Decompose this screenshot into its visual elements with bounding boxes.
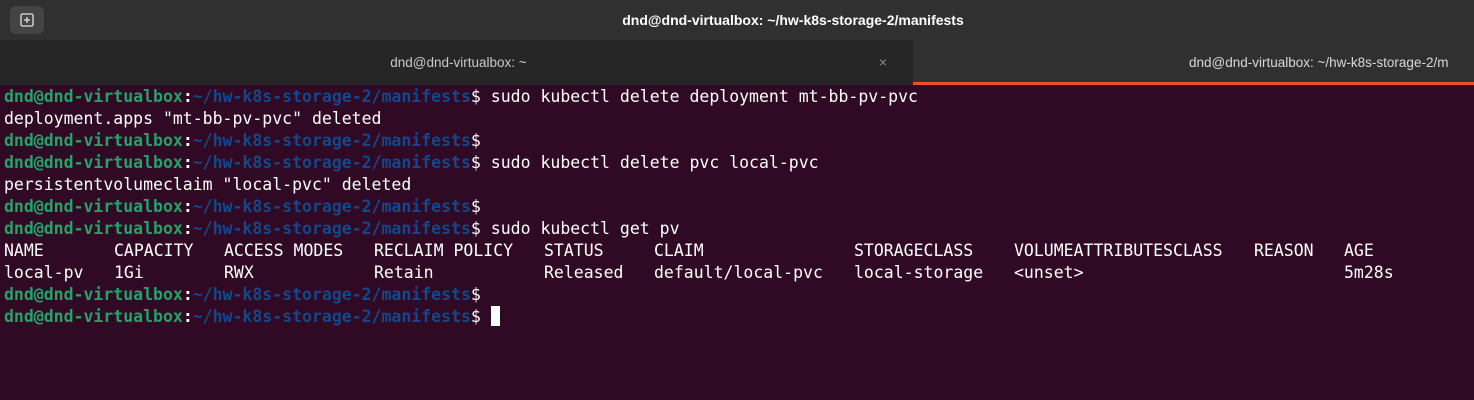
prompt-dollar: $: [470, 197, 481, 216]
pv-header-volumeattributesclass: VOLUMEATTRIBUTESCLASS: [1014, 241, 1223, 260]
pv-cell-status: Released: [544, 263, 624, 282]
pv-header-reason: REASON: [1254, 241, 1314, 260]
prompt-colon: :: [182, 153, 193, 172]
terminal-line-prompt: dnd@dnd-virtualbox:~/hw-k8s-storage-2/ma…: [4, 130, 1474, 152]
prompt-path: ~/hw-k8s-storage-2/manifests: [192, 197, 471, 216]
tab-manifests[interactable]: dnd@dnd-virtualbox: ~/hw-k8s-storage-2/m: [913, 40, 1474, 85]
prompt-dollar: $: [470, 131, 481, 150]
command-text: sudo kubectl delete deployment mt-bb-pv-…: [480, 87, 918, 106]
pv-cell-volumeattributesclass: <unset>: [1014, 263, 1084, 282]
terminal-line-prompt: dnd@dnd-virtualbox:~/hw-k8s-storage-2/ma…: [4, 152, 1474, 174]
command-text: [481, 307, 491, 326]
prompt-colon: :: [182, 219, 193, 238]
prompt-colon: :: [182, 285, 193, 304]
pv-cell-capacity: 1Gi: [114, 263, 144, 282]
terminal-output[interactable]: dnd@dnd-virtualbox:~/hw-k8s-storage-2/ma…: [4, 86, 1474, 400]
terminal-line-output: deployment.apps "mt-bb-pv-pvc" deleted: [4, 108, 1474, 130]
output-text: persistentvolumeclaim "local-pvc" delete…: [4, 175, 412, 194]
new-tab-icon: [20, 13, 34, 27]
pv-cell-name: local-pv: [4, 263, 84, 282]
prompt-dollar: $: [470, 285, 481, 304]
prompt-colon: :: [182, 307, 193, 326]
pv-cell-reclaim-policy: Retain: [374, 263, 434, 282]
command-text: sudo kubectl delete pvc local-pvc: [480, 153, 819, 172]
terminal-line-output: persistentvolumeclaim "local-pvc" delete…: [4, 174, 1474, 196]
prompt-user-host: dnd@dnd-virtualbox: [4, 307, 183, 326]
pv-cell-storageclass: local-storage: [854, 263, 984, 282]
tab-manifests-label: dnd@dnd-virtualbox: ~/hw-k8s-storage-2/m: [1189, 55, 1449, 70]
terminal-line-prompt: dnd@dnd-virtualbox:~/hw-k8s-storage-2/ma…: [4, 218, 1474, 240]
prompt-path: ~/hw-k8s-storage-2/manifests: [192, 307, 471, 326]
prompt-user-host: dnd@dnd-virtualbox: [4, 285, 183, 304]
terminal-line-prompt-active[interactable]: dnd@dnd-virtualbox:~/hw-k8s-storage-2/ma…: [4, 306, 1474, 328]
prompt-user-host: dnd@dnd-virtualbox: [4, 87, 183, 106]
prompt-user-host: dnd@dnd-virtualbox: [4, 131, 183, 150]
terminal-line-prompt: dnd@dnd-virtualbox:~/hw-k8s-storage-2/ma…: [4, 86, 1474, 108]
prompt-user-host: dnd@dnd-virtualbox: [4, 219, 183, 238]
terminal-window: dnd@dnd-virtualbox: ~/hw-k8s-storage-2/m…: [0, 0, 1474, 400]
prompt-path: ~/hw-k8s-storage-2/manifests: [192, 285, 471, 304]
prompt-colon: :: [182, 197, 193, 216]
pv-cell-age: 5m28s: [1344, 263, 1394, 282]
active-tab-indicator: [913, 82, 1474, 85]
pv-header-access-modes: ACCESS MODES: [224, 241, 344, 260]
command-text: sudo kubectl get pv: [480, 219, 680, 238]
pv-header-age: AGE: [1344, 241, 1374, 260]
prompt-path: ~/hw-k8s-storage-2/manifests: [192, 153, 471, 172]
tab-close-icon[interactable]: ×: [875, 40, 891, 85]
prompt-dollar: $: [470, 307, 481, 326]
prompt-dollar: $: [470, 153, 481, 172]
prompt-path: ~/hw-k8s-storage-2/manifests: [192, 131, 471, 150]
pv-header-storageclass: STORAGECLASS: [854, 241, 974, 260]
text-cursor: [490, 306, 500, 326]
terminal-line-prompt: dnd@dnd-virtualbox:~/hw-k8s-storage-2/ma…: [4, 284, 1474, 306]
pv-cell-access-modes: RWX: [224, 263, 254, 282]
window-title: dnd@dnd-virtualbox: ~/hw-k8s-storage-2/m…: [622, 12, 964, 28]
prompt-user-host: dnd@dnd-virtualbox: [4, 197, 183, 216]
prompt-colon: :: [182, 131, 193, 150]
pv-header-capacity: CAPACITY: [114, 241, 194, 260]
pv-header-status: STATUS: [544, 241, 604, 260]
prompt-dollar: $: [470, 219, 481, 238]
terminal-line-prompt: dnd@dnd-virtualbox:~/hw-k8s-storage-2/ma…: [4, 196, 1474, 218]
prompt-path: ~/hw-k8s-storage-2/manifests: [192, 87, 471, 106]
new-tab-button[interactable]: [10, 6, 44, 34]
tab-bar: dnd@dnd-virtualbox: ~ × dnd@dnd-virtualb…: [0, 40, 1474, 85]
pv-header-name: NAME: [4, 241, 44, 260]
pv-table-header: NAME CAPACITY ACCESS MODES RECLAIM POLIC…: [4, 240, 1474, 262]
title-bar: dnd@dnd-virtualbox: ~/hw-k8s-storage-2/m…: [0, 0, 1474, 40]
pv-header-claim: CLAIM: [654, 241, 704, 260]
pv-table-row: local-pv 1Gi RWX Retain Released default…: [4, 262, 1474, 284]
tab-home[interactable]: dnd@dnd-virtualbox: ~ ×: [0, 40, 913, 85]
pv-header-reclaim-policy: RECLAIM POLICY: [374, 241, 514, 260]
pv-cell-claim: default/local-pvc: [654, 263, 823, 282]
prompt-dollar: $: [470, 87, 481, 106]
prompt-user-host: dnd@dnd-virtualbox: [4, 153, 183, 172]
prompt-path: ~/hw-k8s-storage-2/manifests: [192, 219, 471, 238]
tab-home-label: dnd@dnd-virtualbox: ~: [390, 55, 527, 70]
prompt-colon: :: [182, 87, 193, 106]
output-text: deployment.apps "mt-bb-pv-pvc" deleted: [4, 109, 382, 128]
